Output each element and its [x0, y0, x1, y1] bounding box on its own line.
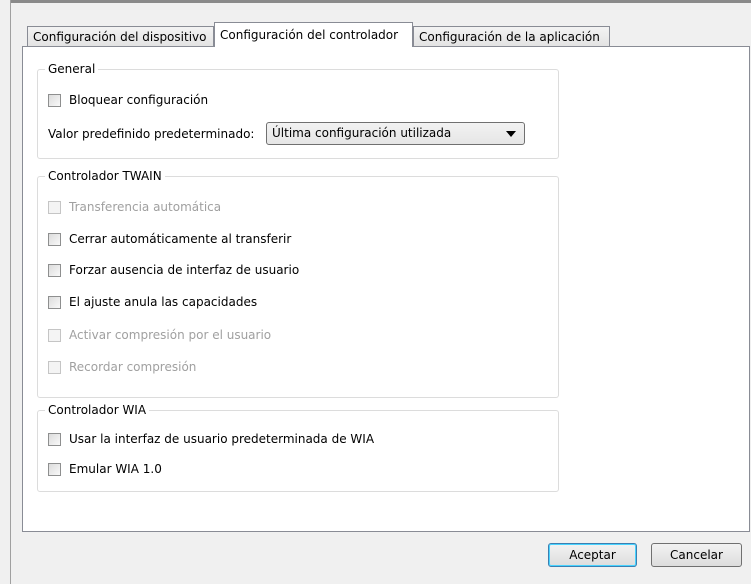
auto-transfer-label: Transferencia automática — [69, 200, 222, 214]
remember-compression-checkbox[interactable] — [48, 360, 61, 374]
default-preset-value: Última configuración utilizada — [272, 126, 452, 140]
twain-option-row[interactable]: Activar compresión por el usuario — [48, 327, 271, 343]
wia-group: Controlador WIA — [37, 402, 559, 492]
ok-button[interactable]: Aceptar — [548, 543, 637, 567]
default-preset-label: Valor predefinido predeterminado: — [48, 127, 255, 141]
override-capabilities-label: El ajuste anula las capacidades — [69, 295, 258, 309]
lock-settings-checkbox[interactable] — [48, 93, 61, 107]
cancel-button[interactable]: Cancelar — [651, 543, 742, 567]
window-left-border — [0, 0, 11, 584]
tab-application-settings[interactable]: Configuración de la aplicación — [413, 26, 610, 47]
wia-option-row[interactable]: Usar la interfaz de usuario predetermina… — [48, 431, 374, 447]
override-capabilities-checkbox[interactable] — [48, 295, 61, 309]
lock-settings-label: Bloquear configuración — [69, 93, 209, 107]
twain-group-title: Controlador TWAIN — [45, 168, 165, 184]
general-group: General — [37, 61, 559, 159]
twain-option-row[interactable]: Forzar ausencia de interfaz de usuario — [48, 262, 299, 278]
window-top-border — [0, 0, 751, 3]
auto-close-label: Cerrar automáticamente al transferir — [69, 232, 292, 246]
twain-option-row[interactable]: Cerrar automáticamente al transferir — [48, 231, 291, 247]
twain-option-row[interactable]: El ajuste anula las capacidades — [48, 294, 257, 310]
emulate-wia-label: Emular WIA 1.0 — [69, 462, 162, 476]
wia-group-title: Controlador WIA — [45, 402, 150, 418]
chevron-down-icon — [506, 131, 516, 137]
default-preset-select[interactable]: Última configuración utilizada — [266, 122, 525, 145]
wia-default-ui-checkbox[interactable] — [48, 432, 61, 446]
user-compression-checkbox[interactable] — [48, 328, 61, 342]
auto-transfer-checkbox[interactable] — [48, 200, 61, 214]
tab-device-settings[interactable]: Configuración del dispositivo — [27, 26, 214, 47]
general-group-title: General — [45, 61, 99, 77]
tab-driver-settings[interactable]: Configuración del controlador — [214, 22, 413, 47]
user-compression-label: Activar compresión por el usuario — [69, 328, 272, 342]
lock-settings-checkbox-row[interactable]: Bloquear configuración — [48, 92, 208, 108]
emulate-wia-checkbox[interactable] — [48, 462, 61, 476]
auto-close-checkbox[interactable] — [48, 232, 61, 246]
remember-compression-label: Recordar compresión — [69, 360, 197, 374]
twain-option-row[interactable]: Transferencia automática — [48, 199, 221, 215]
force-no-ui-label: Forzar ausencia de interfaz de usuario — [69, 263, 300, 277]
twain-option-row[interactable]: Recordar compresión — [48, 359, 196, 375]
force-no-ui-checkbox[interactable] — [48, 263, 61, 277]
wia-default-ui-label: Usar la interfaz de usuario predetermina… — [69, 432, 375, 446]
wia-option-row[interactable]: Emular WIA 1.0 — [48, 461, 162, 477]
